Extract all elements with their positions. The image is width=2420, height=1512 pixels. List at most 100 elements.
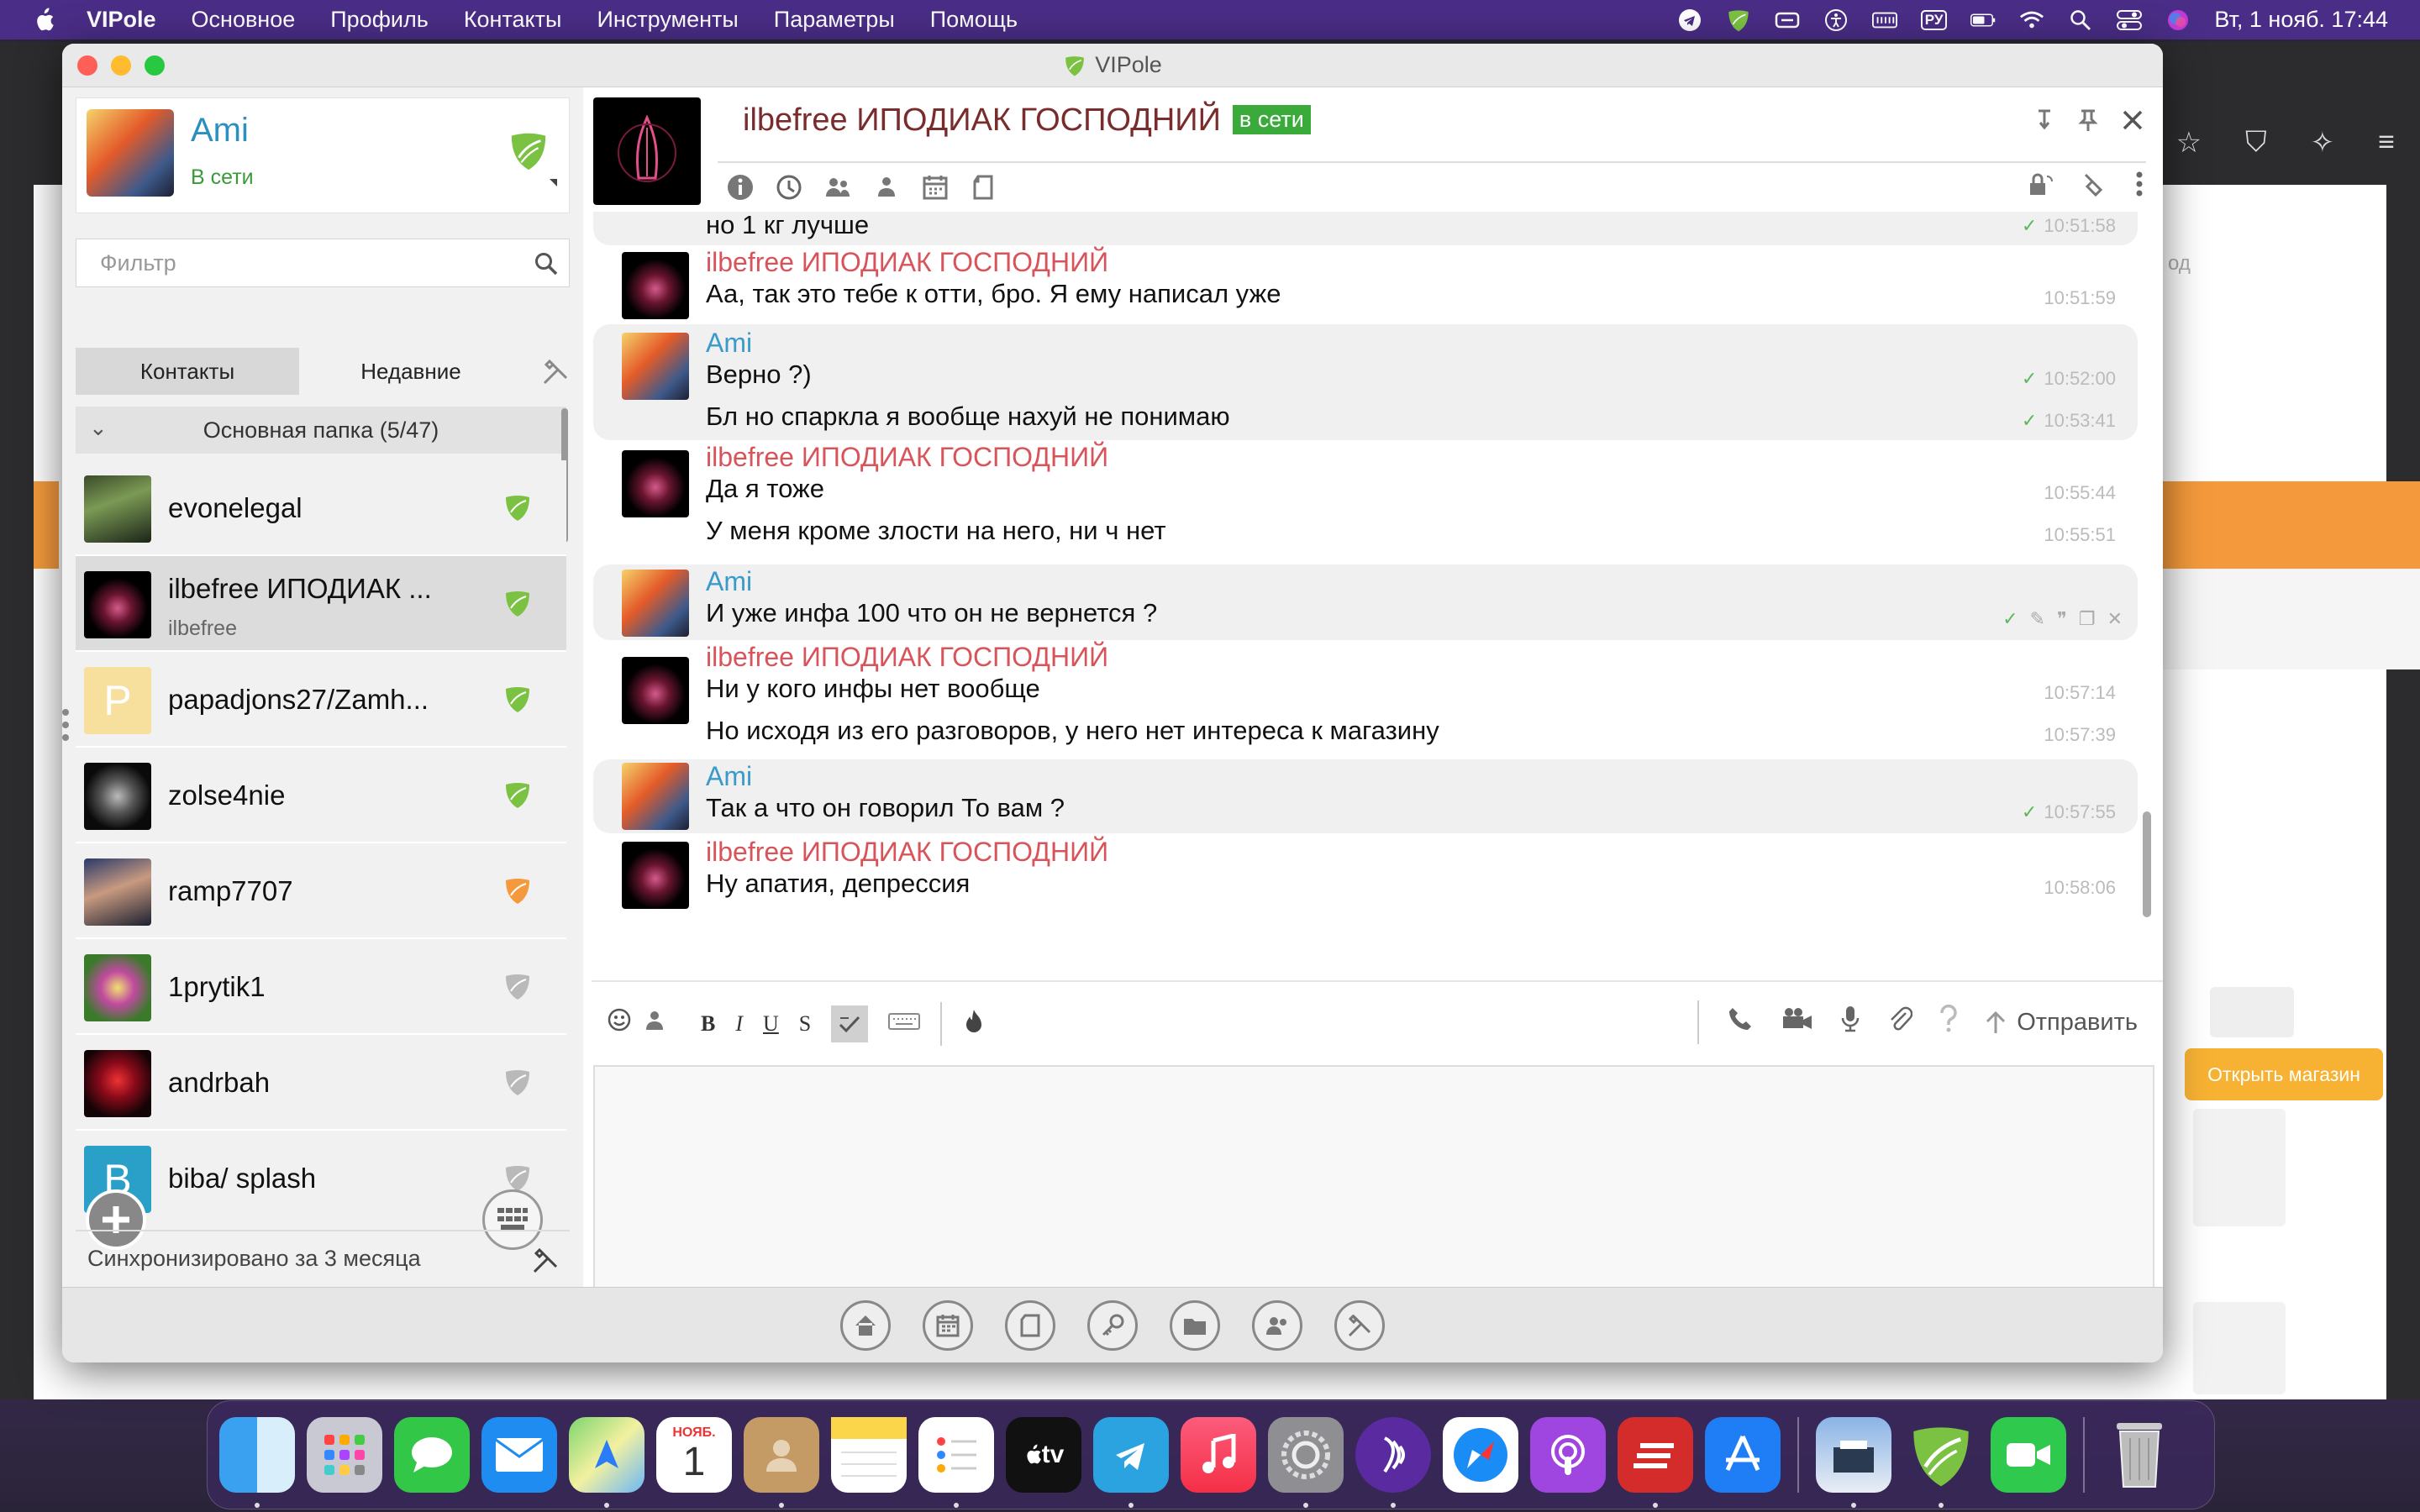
group-icon[interactable]	[872, 173, 901, 206]
search-icon[interactable]	[534, 251, 559, 282]
pin-icon[interactable]	[2077, 108, 2099, 137]
trash-icon[interactable]	[2102, 1417, 2177, 1493]
contact-item[interactable]: andrbah	[76, 1035, 566, 1131]
vpn-icon[interactable]	[1775, 8, 1800, 33]
chevron-down-icon[interactable]: ⌄	[89, 415, 108, 441]
contact-folder-header[interactable]: ⌄ Основная папка (5/47)	[76, 407, 566, 454]
minimize-window-button[interactable]	[111, 55, 131, 76]
bold-button[interactable]: B	[701, 1011, 715, 1037]
menu-item-tools[interactable]: Инструменты	[597, 7, 738, 33]
message-group[interactable]: ilbefree ИПОДИАК ГОСПОДНИЙ Да я тоже 10:…	[593, 442, 2138, 559]
menu-item-help[interactable]: Помощь	[930, 7, 1018, 33]
files-folder-icon[interactable]	[1170, 1299, 1220, 1351]
menu-item-profile[interactable]: Профиль	[330, 7, 429, 33]
calendar-app-icon[interactable]: НОЯБ. 1	[656, 1417, 732, 1493]
maps-icon[interactable]	[569, 1417, 644, 1508]
podcasts-icon[interactable]	[1530, 1417, 1606, 1493]
chat-contact-avatar[interactable]	[593, 97, 701, 205]
menu-icon[interactable]: ≡	[2378, 126, 2395, 160]
siri-icon[interactable]	[2165, 8, 2191, 33]
podcast-app-icon[interactable]	[1355, 1417, 1431, 1508]
music-icon[interactable]	[1181, 1417, 1256, 1493]
extension-icon[interactable]: ✧	[2311, 126, 2335, 160]
microphone-icon[interactable]	[1840, 1005, 1860, 1040]
calendar-icon[interactable]	[921, 173, 950, 206]
preview-icon[interactable]	[1816, 1417, 1891, 1508]
system-preferences-icon[interactable]	[1268, 1417, 1344, 1508]
menubar-clock[interactable]: Вт, 1 нояб. 17:44	[2214, 7, 2388, 33]
control-center-icon[interactable]	[2117, 8, 2143, 33]
passwords-key-icon[interactable]	[1087, 1299, 1138, 1351]
settings-tools-icon[interactable]	[1334, 1299, 1385, 1351]
encryption-lock-icon[interactable]	[2027, 170, 2055, 202]
apple-tv-icon[interactable]: tv	[1006, 1417, 1081, 1493]
keyboard-viewer-icon[interactable]	[1871, 8, 1897, 33]
mention-contact-icon[interactable]	[642, 1007, 667, 1037]
reminders-icon[interactable]	[918, 1417, 994, 1508]
contacts-app-icon[interactable]	[744, 1417, 819, 1508]
contact-filter-input[interactable]: Фильтр	[76, 239, 570, 287]
notes-nav-icon[interactable]	[1005, 1299, 1055, 1351]
calendar-nav-icon[interactable]	[923, 1299, 973, 1351]
profile-status[interactable]: В сети	[191, 165, 254, 190]
send-button[interactable]: Отправить	[1985, 1009, 2138, 1037]
notes-icon[interactable]	[970, 173, 998, 206]
conference-icon[interactable]	[823, 173, 852, 206]
menu-app-name[interactable]: VIPole	[87, 7, 156, 33]
profile-card[interactable]: Ami В сети	[76, 97, 570, 213]
finder-icon[interactable]	[219, 1417, 295, 1508]
contact-item[interactable]: ilbefree ИПОДИАК ... ilbefree	[76, 556, 566, 652]
apple-icon[interactable]	[18, 7, 69, 33]
detach-icon[interactable]	[2033, 108, 2055, 137]
message-group[interactable]: Ami Верно ?) ✓ 10:52:00 Бл но спаркла я в…	[593, 324, 2138, 440]
telegram-app-icon[interactable]	[1093, 1417, 1169, 1508]
safari-icon[interactable]	[1443, 1417, 1518, 1493]
message-group[interactable]: Ami Так а что он говорил То вам ? ✓ 10:57…	[593, 759, 2138, 833]
facetime-icon[interactable]	[1991, 1417, 2066, 1493]
message-group[interactable]: Ami И уже инфа 100 что он не вернется ? …	[593, 564, 2138, 640]
help-icon[interactable]	[1939, 1004, 1958, 1040]
menu-item-main[interactable]: Основное	[192, 7, 296, 33]
input-source-indicator[interactable]: РУ	[1920, 9, 1948, 30]
emoji-icon[interactable]	[607, 1007, 632, 1037]
menu-item-contacts[interactable]: Контакты	[464, 7, 562, 33]
video-call-icon[interactable]	[1781, 1006, 1813, 1038]
spellcheck-toggle[interactable]	[831, 1005, 869, 1042]
battery-icon[interactable]	[1970, 8, 1996, 33]
history-icon[interactable]	[775, 173, 803, 206]
message-group[interactable]: ilbefree ИПОДИАК ГОСПОДНИЙ Ну апатия, де…	[593, 835, 2138, 911]
contact-item[interactable]: P papadjons27/Zamh...	[76, 652, 566, 748]
burn-message-icon[interactable]	[962, 1008, 986, 1041]
zoom-window-button[interactable]	[145, 55, 165, 76]
notes-app-icon[interactable]	[831, 1417, 907, 1493]
strikethrough-button[interactable]: S	[799, 1011, 811, 1037]
more-options-icon[interactable]	[2134, 170, 2144, 202]
contact-item[interactable]: evonelegal	[76, 460, 566, 556]
accessibility-icon[interactable]	[1823, 8, 1849, 33]
app-store-icon[interactable]	[1705, 1417, 1781, 1493]
launchpad-icon[interactable]	[307, 1417, 382, 1493]
tools-icon[interactable]	[531, 1247, 560, 1281]
vipole-status-icon[interactable]	[1726, 8, 1751, 33]
panel-resize-handle[interactable]	[62, 709, 69, 741]
home-icon[interactable]	[840, 1299, 891, 1351]
info-icon[interactable]	[726, 173, 755, 206]
contact-item[interactable]: ramp7707	[76, 843, 566, 939]
expressvpn-icon[interactable]	[1618, 1417, 1693, 1508]
menu-item-settings[interactable]: Параметры	[774, 7, 895, 33]
profile-avatar[interactable]	[87, 109, 174, 197]
contact-item[interactable]: 1prytik1	[76, 939, 566, 1035]
message-group[interactable]: но 1 кг лучше ✓ 10:51:58	[593, 212, 2138, 245]
underline-button[interactable]: U	[763, 1011, 779, 1037]
voice-call-icon[interactable]	[1726, 1005, 1754, 1040]
keyboard-icon[interactable]	[888, 1011, 921, 1037]
message-group[interactable]: ilbefree ИПОДИАК ГОСПОДНИЙ Ни у кого инф…	[593, 640, 2138, 758]
bookmark-star-icon[interactable]: ☆	[2176, 126, 2202, 160]
close-chat-icon[interactable]	[2121, 108, 2144, 136]
contact-item[interactable]: zolse4nie	[76, 748, 566, 843]
italic-button[interactable]: I	[735, 1011, 743, 1037]
telegram-status-icon[interactable]	[1677, 8, 1702, 33]
quote-icon[interactable]: ❞	[2057, 608, 2067, 630]
messages-icon[interactable]	[394, 1417, 470, 1493]
spotlight-search-icon[interactable]	[2068, 8, 2093, 33]
